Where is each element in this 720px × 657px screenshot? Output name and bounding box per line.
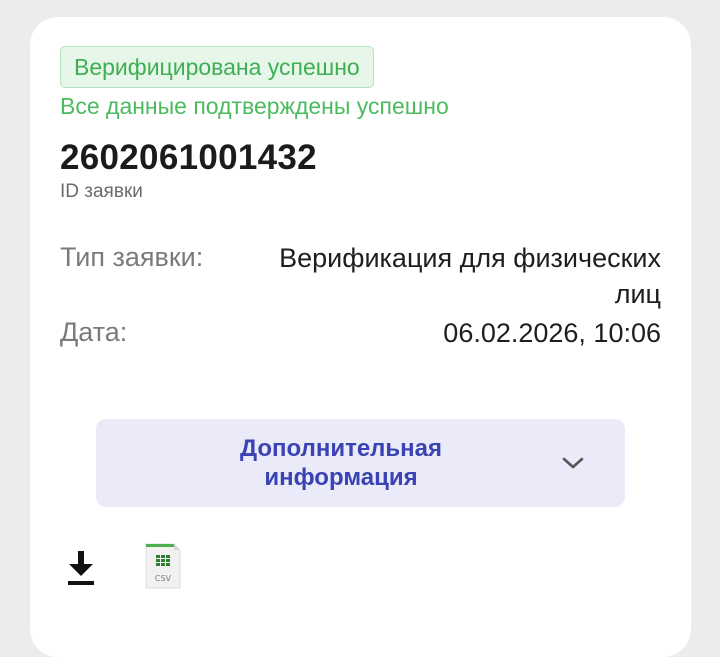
status-badge-label: Верифицирована успешно — [74, 53, 360, 80]
download-icon[interactable] — [64, 549, 98, 587]
request-type-label: Тип заявки: — [60, 242, 204, 272]
request-type-value: Верификация для физических лиц — [279, 243, 661, 309]
verification-card: Верифицирована успешно Все данные подтве… — [30, 17, 691, 657]
additional-info-label: Дополнительная информация — [239, 435, 443, 491]
status-message: Все данные подтверждены успешно — [60, 93, 449, 119]
request-id: 2602061001432 — [60, 138, 317, 177]
date-value: 06.02.2026, 10:06 — [443, 318, 661, 348]
additional-info-button[interactable]: Дополнительная информация — [96, 419, 625, 507]
chevron-down-icon — [562, 457, 584, 469]
date-label: Дата: — [60, 317, 128, 347]
csv-file-icon[interactable]: CSV — [143, 541, 183, 591]
csv-icon-text: CSV — [155, 574, 172, 583]
request-id-label: ID заявки — [60, 181, 143, 202]
status-badge: Верифицирована успешно — [60, 46, 374, 88]
